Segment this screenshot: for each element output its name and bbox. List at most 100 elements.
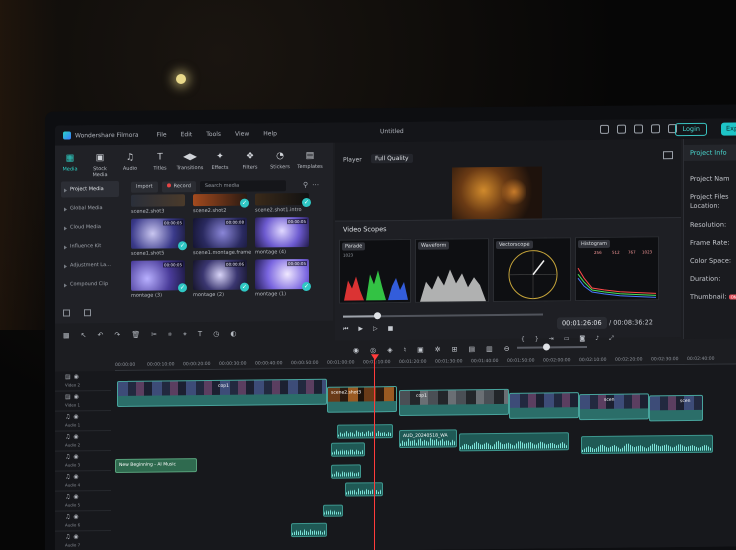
filter-more-icons[interactable]: ⚲⋯	[303, 181, 323, 189]
new-folder-icon[interactable]	[63, 309, 70, 317]
export-button[interactable]: Expo	[721, 122, 736, 136]
redo-icon[interactable]: ↷	[114, 331, 120, 339]
video-clip[interactable]: cop1	[399, 388, 509, 417]
ai-icon[interactable]: ◉	[353, 346, 359, 354]
audio-mix-icon[interactable]: ▤	[469, 345, 476, 353]
parade-tab[interactable]: Parade	[342, 242, 366, 251]
menu-view[interactable]: View	[235, 130, 249, 137]
media-thumb[interactable]: 00:00:05 ✓	[131, 218, 187, 251]
sidebar-item-project-media[interactable]: Project Media	[61, 180, 119, 198]
audio-clip[interactable]	[459, 432, 569, 452]
layout-icon[interactable]: ▦	[63, 331, 70, 339]
delete-icon[interactable]: 🗑	[131, 331, 140, 339]
tab-stickers[interactable]: ◔ Stickers	[265, 151, 295, 175]
tab-filters[interactable]: ❖ Filters	[235, 151, 265, 175]
import-button[interactable]: Import	[131, 181, 158, 193]
sidebar-item-global-media[interactable]: Global Media	[61, 200, 119, 217]
histogram-tab[interactable]: Histogram	[578, 239, 610, 249]
grid-view-icon[interactable]: ▥	[486, 345, 493, 353]
video-clip[interactable]: cop1	[117, 378, 327, 407]
location-label: Location:	[690, 201, 720, 210]
tab-titles[interactable]: T Titles	[145, 152, 175, 176]
video-clip[interactable]: scene2.shot3	[327, 386, 397, 413]
search-input[interactable]: Search media	[199, 179, 286, 192]
track-controls-icon[interactable]: ▤◉	[65, 373, 82, 380]
video-clip[interactable]: scen	[649, 394, 703, 422]
tab-audio[interactable]: ♫ Audio	[115, 153, 145, 177]
tab-media[interactable]: ▦ Media	[55, 153, 85, 177]
tab-effects[interactable]: ✦ Effects	[205, 152, 235, 176]
audio-clip[interactable]	[345, 482, 383, 497]
ruler-tick: 00:01:40:00	[471, 358, 499, 365]
track-controls-icon[interactable]: ▤◉	[65, 393, 82, 400]
audio-clip[interactable]	[331, 464, 361, 479]
video-clip[interactable]: scen	[579, 393, 649, 421]
render-icon[interactable]: ◎	[370, 346, 376, 354]
menu-edit[interactable]: Edit	[181, 131, 193, 138]
media-thumb[interactable]: ✓	[255, 192, 311, 208]
track-controls-icon[interactable]: ♫◉	[65, 453, 82, 460]
split-icon[interactable]: ✂	[151, 331, 157, 339]
tab-templates[interactable]: ▤ Templates	[295, 151, 325, 175]
link-icon[interactable]: ⊞	[452, 345, 458, 353]
track-controls-icon[interactable]: ♫◉	[65, 533, 82, 540]
audio-clip[interactable]	[581, 434, 713, 455]
menu-help[interactable]: Help	[263, 130, 277, 137]
monitor-icon[interactable]	[600, 124, 609, 134]
shield-icon[interactable]: ◈	[387, 346, 392, 354]
audio-clip[interactable]	[323, 504, 343, 517]
media-thumb[interactable]	[131, 194, 185, 207]
track-controls-icon[interactable]: ♫◉	[65, 513, 82, 520]
sidebar-item-influence-kit[interactable]: Influence Kit	[61, 238, 119, 255]
save-icon[interactable]	[617, 124, 626, 134]
playback-progress[interactable]	[343, 312, 543, 320]
media-thumb-label: montage (1)	[255, 291, 287, 298]
scopes-toggle-icon[interactable]	[663, 151, 673, 160]
media-thumb[interactable]: 00:00:05 ✓	[255, 258, 311, 292]
media-thumb[interactable]: 00:00:05 ✓	[131, 260, 187, 293]
undo-icon[interactable]: ↶	[98, 331, 104, 339]
track-controls-icon[interactable]: ♫◉	[65, 493, 82, 500]
marker-icon[interactable]: ⌖	[183, 330, 187, 339]
speed-icon[interactable]: ◷	[213, 330, 219, 338]
media-thumb[interactable]: ✓	[193, 193, 249, 208]
video-clip[interactable]	[509, 392, 579, 419]
quality-select[interactable]: Full Quality	[371, 153, 413, 164]
media-thumb[interactable]: 00:00:06 ✓	[193, 259, 249, 292]
zoom-out-icon[interactable]: ⊖	[504, 345, 510, 353]
snap-icon[interactable]: ✲	[435, 346, 441, 354]
text-tool-icon[interactable]: T	[198, 330, 202, 338]
tab-stock-media[interactable]: ▣ Stock Media	[85, 153, 115, 178]
tab-transitions[interactable]: ◀▶ Transitions	[175, 152, 205, 176]
track-controls-icon[interactable]: ♫◉	[65, 433, 82, 440]
login-button[interactable]: Login	[675, 122, 707, 137]
voice-icon[interactable]: ▣	[417, 346, 424, 354]
waveform-tab[interactable]: Waveform	[418, 241, 450, 250]
select-icon[interactable]: ↖	[81, 331, 87, 339]
mic-icon[interactable]: ♮	[404, 346, 407, 354]
vectorscope-tab[interactable]: Vectorscope	[496, 240, 533, 249]
audio-clip[interactable]: AUD_20240518_WA	[399, 429, 457, 449]
music-clip[interactable]: New Beginning - AI Music	[115, 458, 197, 473]
track-controls-icon[interactable]: ♫◉	[65, 413, 82, 420]
sidebar-item-adjustment-layer[interactable]: Adjustment La...	[61, 257, 119, 274]
audio-clip[interactable]	[331, 442, 365, 457]
record-button[interactable]: Record	[161, 180, 196, 192]
media-thumb[interactable]: 00:00:05	[255, 216, 309, 248]
track-controls-icon[interactable]: ♫◉	[65, 473, 82, 480]
sidebar-item-compound-clip[interactable]: Compound Clip	[61, 276, 119, 293]
folder-icon[interactable]	[84, 309, 91, 317]
audio-clip[interactable]	[337, 424, 393, 439]
cloud-icon[interactable]	[634, 124, 643, 134]
progress-knob[interactable]	[374, 312, 381, 320]
zoom-slider[interactable]	[517, 346, 587, 349]
color-icon[interactable]: ◐	[230, 330, 236, 338]
media-thumb[interactable]: 00:00:08	[193, 217, 247, 249]
sidebar-item-cloud-media[interactable]: Cloud Media	[61, 219, 119, 236]
audio-clip[interactable]	[291, 522, 327, 538]
headset-icon[interactable]	[651, 124, 660, 134]
menu-file[interactable]: File	[157, 131, 167, 138]
playhead[interactable]	[374, 356, 375, 550]
crop-icon[interactable]: ⌗	[168, 330, 172, 339]
menu-tools[interactable]: Tools	[206, 130, 221, 137]
